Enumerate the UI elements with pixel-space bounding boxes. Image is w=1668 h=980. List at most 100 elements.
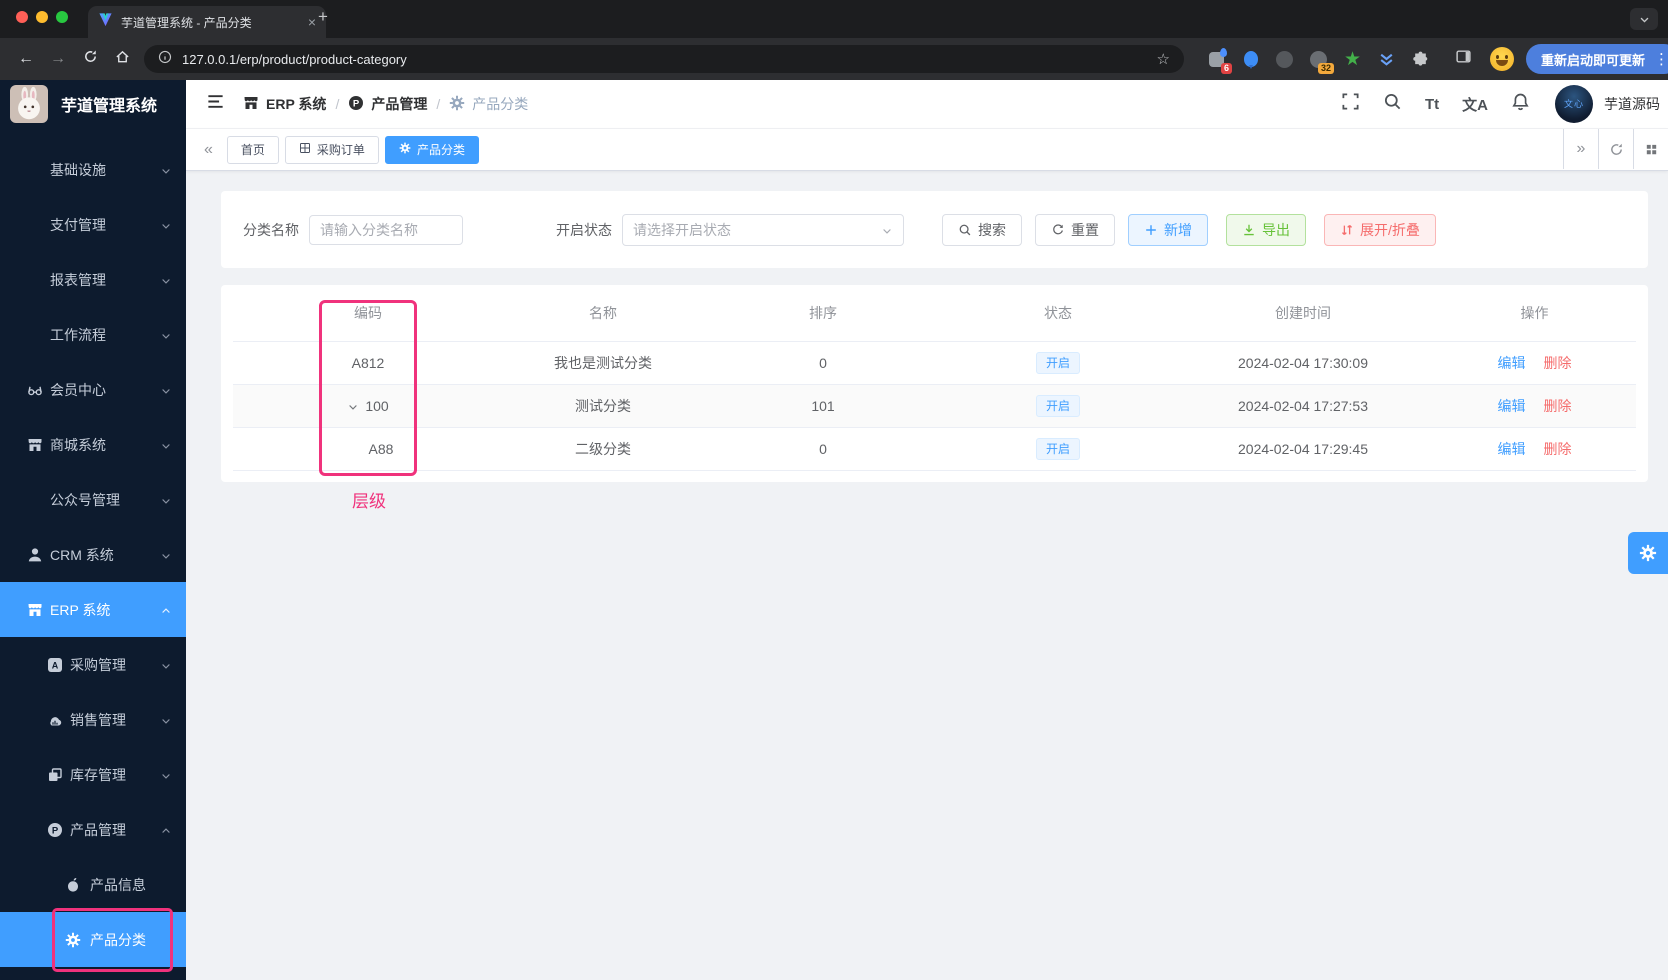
font-size-icon[interactable]: Tt bbox=[1425, 96, 1439, 113]
sidebar-item-label: 产品信息 bbox=[90, 876, 146, 893]
reset-button[interactable]: 重置 bbox=[1035, 213, 1115, 246]
chevron-down-icon bbox=[160, 769, 172, 781]
fullscreen-icon[interactable] bbox=[1341, 92, 1360, 116]
column-header-创建时间: 创建时间 bbox=[1275, 305, 1331, 321]
collapse-menu-icon[interactable] bbox=[206, 92, 225, 116]
cell-sort: 0 bbox=[819, 441, 827, 457]
cell-status: 开启 bbox=[943, 394, 1173, 418]
extension-blocks-icon[interactable]: 6 bbox=[1206, 47, 1232, 74]
logo-avatar bbox=[10, 85, 48, 123]
sidebar: 芋道管理系统 基础设施 支付管理 报表管理 工作流程 会员中心 商城系统 公众号管理 CRM … bbox=[0, 80, 186, 980]
sidebar-item-会员中心[interactable]: 会员中心 bbox=[0, 362, 186, 417]
breadcrumb-item-ERP 系统[interactable]: ERP 系统 bbox=[243, 94, 326, 114]
delete-link[interactable]: 删除 bbox=[1544, 398, 1572, 414]
scroll-left-icon[interactable] bbox=[204, 141, 213, 159]
extension-circle-icon[interactable] bbox=[1274, 49, 1295, 70]
delete-link[interactable]: 删除 bbox=[1544, 441, 1572, 457]
cell-status: 开启 bbox=[943, 351, 1173, 375]
extension-balloon-icon[interactable] bbox=[1240, 49, 1261, 70]
extension-badge: 32 bbox=[1317, 62, 1334, 74]
forward-button[interactable] bbox=[42, 50, 74, 68]
address-bar[interactable]: 127.0.0.1/erp/product/product-category bbox=[144, 45, 1184, 73]
page-tab-采购订单[interactable]: 采购订单 bbox=[284, 135, 379, 164]
app-header: ERP 系统 P 产品管理 产品分类 Tt 文A 文心 芋道源码 bbox=[186, 80, 1668, 129]
side-panel-icon[interactable] bbox=[1455, 48, 1472, 70]
back-button[interactable] bbox=[10, 50, 42, 68]
scroll-right-icon[interactable] bbox=[1563, 129, 1598, 169]
window-close-button[interactable] bbox=[16, 11, 28, 23]
status-select[interactable]: 请选择开启状态 bbox=[622, 213, 904, 246]
page-content: 分类名称 开启状态 请选择开启状态 搜索 重置 bbox=[186, 171, 1668, 980]
sidebar-item-ERP 系统[interactable]: ERP 系统 bbox=[0, 582, 186, 637]
sidebar-item-库存管理[interactable]: 库存管理 bbox=[0, 747, 186, 802]
column-header-操作: 操作 bbox=[1520, 305, 1549, 321]
sidebar-item-商城系统[interactable]: 商城系统 bbox=[0, 417, 186, 472]
relaunch-update-button[interactable]: 重新启动即可更新 bbox=[1526, 44, 1668, 74]
home-button[interactable] bbox=[106, 49, 138, 69]
expand-row-icon[interactable] bbox=[347, 400, 359, 412]
column-header-名称: 名称 bbox=[589, 305, 617, 321]
url-text: 127.0.0.1/erp/product/product-category bbox=[182, 51, 407, 67]
browser-tab[interactable]: 芋道管理系统 - 产品分类 bbox=[88, 6, 326, 38]
sidebar-item-产品管理[interactable]: P 产品管理 bbox=[0, 802, 186, 857]
table-row: A812 我也是测试分类 0 开启 2024-02-04 17:30:09 编辑 删除 bbox=[233, 342, 1636, 385]
new-tab-button[interactable] bbox=[318, 7, 328, 27]
expand-collapse-button[interactable]: 展开/折叠 bbox=[1324, 213, 1436, 246]
sidebar-item-产品信息[interactable]: 产品信息 bbox=[0, 857, 186, 912]
language-icon[interactable]: 文A bbox=[1462, 94, 1488, 115]
window-zoom-button[interactable] bbox=[56, 11, 68, 23]
tab-search-button[interactable] bbox=[1630, 8, 1658, 30]
extension-chevrons-icon[interactable] bbox=[1376, 49, 1397, 70]
window-controls bbox=[16, 11, 68, 23]
extension-counter-icon[interactable]: 32 bbox=[1308, 49, 1334, 74]
edit-link[interactable]: 编辑 bbox=[1498, 441, 1526, 457]
search-button[interactable]: 搜索 bbox=[942, 213, 1022, 246]
sidebar-item-CRM 系统[interactable]: CRM 系统 bbox=[0, 527, 186, 582]
a-square-icon: A bbox=[47, 657, 63, 673]
search-icon[interactable] bbox=[1383, 92, 1402, 116]
user-avatar[interactable]: 文心 bbox=[1555, 85, 1593, 123]
sidebar-item-产品分类[interactable]: 产品分类 bbox=[0, 912, 186, 967]
browser-menu-icon[interactable] bbox=[1654, 50, 1668, 68]
breadcrumb-separator bbox=[335, 96, 339, 112]
breadcrumb-item-产品分类[interactable]: 产品分类 bbox=[449, 94, 528, 114]
edit-link[interactable]: 编辑 bbox=[1498, 355, 1526, 371]
sidebar-item-销售管理[interactable]: 销售管理 bbox=[0, 692, 186, 747]
sidebar-item-采购管理[interactable]: A 采购管理 bbox=[0, 637, 186, 692]
notification-bell-icon[interactable] bbox=[1511, 92, 1530, 116]
header-actions: Tt 文A 文心 芋道源码 bbox=[1341, 85, 1660, 123]
page-tab-产品分类[interactable]: 产品分类 bbox=[384, 135, 479, 164]
edit-link[interactable]: 编辑 bbox=[1498, 398, 1526, 414]
tab-close-icon[interactable] bbox=[308, 15, 316, 29]
refresh-page-icon[interactable] bbox=[1598, 129, 1633, 169]
table-body: A812 我也是测试分类 0 开启 2024-02-04 17:30:09 编辑 删除 100… bbox=[233, 342, 1636, 471]
sidebar-item-报表管理[interactable]: 报表管理 bbox=[0, 252, 186, 307]
column-header-状态: 状态 bbox=[1044, 305, 1072, 321]
cell-name: 测试分类 bbox=[575, 398, 631, 414]
export-button[interactable]: 导出 bbox=[1226, 213, 1306, 246]
apple-icon bbox=[65, 877, 81, 893]
sidebar-item-支付管理[interactable]: 支付管理 bbox=[0, 197, 186, 252]
sidebar-item-公众号管理[interactable]: 公众号管理 bbox=[0, 472, 186, 527]
page-tab-首页[interactable]: 首页 bbox=[226, 135, 279, 164]
chevron-up-icon bbox=[160, 824, 172, 836]
username[interactable]: 芋道源码 bbox=[1604, 94, 1660, 114]
sidebar-item-工作流程[interactable]: 工作流程 bbox=[0, 307, 186, 362]
profile-avatar[interactable] bbox=[1490, 47, 1514, 71]
sidebar-item-label: ERP 系统 bbox=[50, 601, 111, 618]
category-name-input[interactable] bbox=[309, 214, 463, 245]
layout-grid-icon[interactable] bbox=[1633, 129, 1668, 169]
sidebar-item-基础设施[interactable]: 基础设施 bbox=[0, 142, 186, 197]
reload-button[interactable] bbox=[74, 49, 106, 69]
extension-star-icon[interactable] bbox=[1342, 49, 1363, 70]
site-info-icon[interactable] bbox=[158, 50, 172, 69]
add-button[interactable]: 新增 bbox=[1128, 213, 1208, 246]
extensions-puzzle-icon[interactable] bbox=[1410, 49, 1431, 70]
window-minimize-button[interactable] bbox=[36, 11, 48, 23]
theme-settings-button[interactable] bbox=[1628, 532, 1668, 574]
bookmark-star-icon[interactable] bbox=[1157, 50, 1170, 68]
breadcrumb-item-产品管理[interactable]: P 产品管理 bbox=[348, 94, 427, 114]
gear-icon bbox=[65, 932, 81, 948]
delete-link[interactable]: 删除 bbox=[1544, 355, 1572, 371]
chevron-down-icon bbox=[160, 274, 172, 286]
